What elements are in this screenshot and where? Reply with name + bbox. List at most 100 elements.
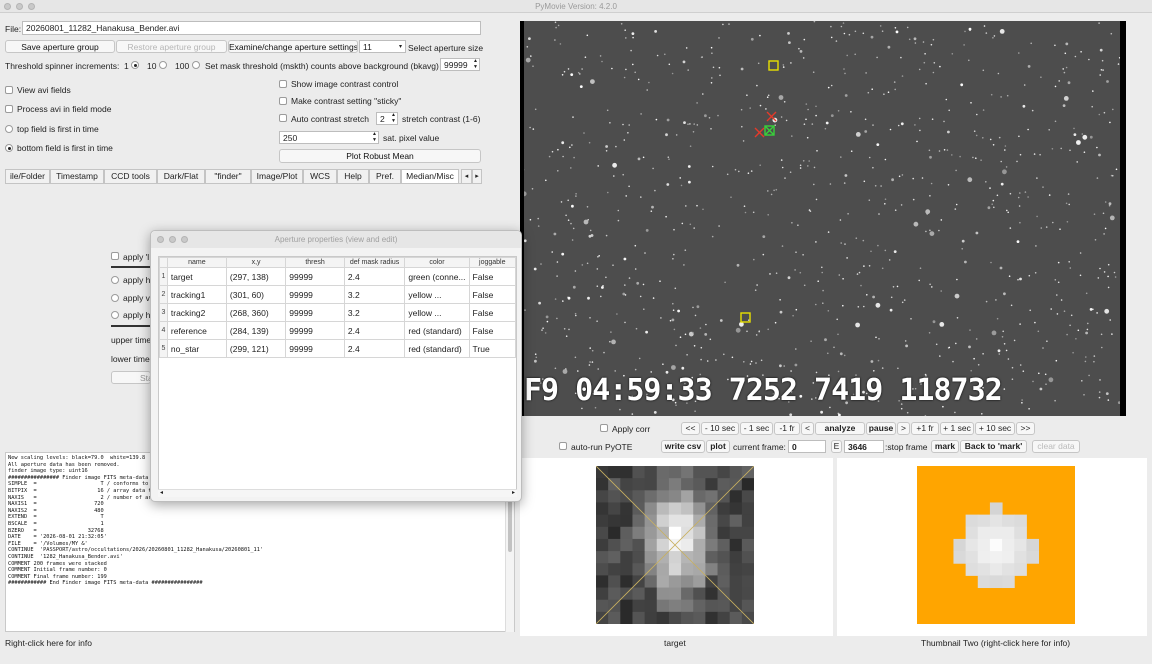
clear-data-button[interactable]: clear data <box>1032 440 1080 453</box>
cell-thresh[interactable]: 99999 <box>285 285 345 304</box>
last-frame-button[interactable]: >> <box>1016 422 1035 435</box>
forward-1-sec-button[interactable]: + 1 sec <box>940 422 974 435</box>
cell-joggable[interactable]: False <box>468 285 516 304</box>
thumbnail-two-label[interactable]: Thumbnail Two (right-click here for info… <box>921 638 1070 648</box>
write-csv-button[interactable]: write csv <box>661 440 705 453</box>
first-frame-button[interactable]: << <box>681 422 700 435</box>
stop-frame-field[interactable]: 3646 <box>844 440 884 453</box>
cell-joggable[interactable]: False <box>468 321 516 340</box>
tab-timestamp[interactable]: Timestamp <box>50 169 104 184</box>
cell-name[interactable]: no_star <box>166 339 227 358</box>
apply-median-checkbox[interactable] <box>111 252 119 260</box>
table-horizontal-scrollbar[interactable]: ◂ ▸ <box>158 489 517 497</box>
aperture-target-cross[interactable] <box>764 125 775 136</box>
spinner-arrows-icon[interactable]: ▲ ▼ <box>473 59 478 70</box>
apply-h2-radio[interactable] <box>111 311 119 319</box>
forward-1-frame-button[interactable]: +1 fr <box>911 422 939 435</box>
forward-10-sec-button[interactable]: + 10 sec <box>975 422 1015 435</box>
view-avi-fields-checkbox[interactable] <box>5 86 13 94</box>
tab-image-plot[interactable]: Image/Plot <box>251 169 303 184</box>
tab-scroll-left-icon[interactable]: ◂ <box>461 169 472 184</box>
cell-color[interactable]: yellow ... <box>404 303 470 322</box>
thumbnail-two-panel[interactable] <box>837 458 1147 636</box>
auto-contrast-stretch-checkbox[interactable] <box>279 114 287 122</box>
tab-help[interactable]: Help <box>337 169 369 184</box>
dialog-minimize-icon[interactable] <box>169 236 176 243</box>
close-window-icon[interactable] <box>4 3 11 10</box>
cell-radius[interactable]: 2.4 <box>343 321 406 340</box>
back-10-sec-button[interactable]: - 10 sec <box>701 422 739 435</box>
cell-xy[interactable]: (284, 139) <box>225 321 287 340</box>
cell-xy[interactable]: (301, 60) <box>225 285 287 304</box>
auto-run-pyote-checkbox[interactable] <box>559 442 567 450</box>
aperture-no-star-marker[interactable] <box>766 111 777 122</box>
cell-radius[interactable]: 2.4 <box>343 339 406 358</box>
tab-pref[interactable]: Pref. <box>369 169 401 184</box>
file-name-field[interactable]: 20260801_11282_Hanakusa_Bender.avi <box>22 21 481 35</box>
cell-color[interactable]: red (standard) <box>404 321 470 340</box>
cell-name[interactable]: tracking1 <box>166 285 227 304</box>
save-aperture-group-button[interactable]: Save aperture group <box>5 40 115 53</box>
cell-radius[interactable]: 3.2 <box>343 303 406 322</box>
start-button[interactable]: Sta <box>111 371 151 384</box>
cell-xy[interactable]: (299, 121) <box>225 339 287 358</box>
show-contrast-control-checkbox[interactable] <box>279 80 287 88</box>
threshold-option-10-radio[interactable] <box>159 61 167 69</box>
cell-thresh[interactable]: 99999 <box>285 339 345 358</box>
analyze-button[interactable]: analyze <box>815 422 865 435</box>
column-header-xy[interactable]: x,y <box>225 257 287 268</box>
aperture-table-container[interactable]: name x,y thresh def mask radius color jo… <box>158 256 517 496</box>
stretch-contrast-spinner[interactable]: 2 ▲ ▼ <box>376 112 398 125</box>
spinner-arrows-icon[interactable]: ▲ ▼ <box>372 132 377 143</box>
cell-radius[interactable]: 3.2 <box>343 285 406 304</box>
contrast-sticky-checkbox[interactable] <box>279 97 287 105</box>
tab-file-folder[interactable]: ile/Folder <box>5 169 50 184</box>
pause-button[interactable]: pause <box>866 422 896 435</box>
e-button[interactable]: E <box>831 440 842 453</box>
column-header-joggable[interactable]: joggable <box>468 257 516 268</box>
cell-joggable[interactable]: False <box>468 303 516 322</box>
plot-robust-mean-button[interactable]: Plot Robust Mean <box>279 149 481 163</box>
restore-aperture-group-button[interactable]: Restore aperture group <box>116 40 227 53</box>
cell-name[interactable]: target <box>166 267 227 286</box>
threshold-option-100-radio[interactable] <box>192 61 200 69</box>
examine-aperture-settings-button[interactable]: Examine/change aperture settings <box>228 40 358 53</box>
tab-median-misc[interactable]: Median/Misc <box>401 169 459 184</box>
plot-button[interactable]: plot <box>706 440 730 453</box>
cell-name[interactable]: reference <box>166 321 227 340</box>
mark-button[interactable]: mark <box>931 440 959 453</box>
cell-color[interactable]: green (conne... <box>404 267 470 286</box>
aperture-properties-dialog[interactable]: Aperture properties (view and edit) name… <box>150 230 522 502</box>
table-row[interactable]: 1 target (297, 138) 99999 2.4 green (conne...… <box>159 267 516 286</box>
cell-name[interactable]: tracking2 <box>166 303 227 322</box>
apply-v-radio[interactable] <box>111 294 119 302</box>
tab-dark-flat[interactable]: Dark/Flat <box>157 169 205 184</box>
scroll-right-icon[interactable]: ▸ <box>512 489 515 496</box>
table-row[interactable]: 2 tracking1 (301, 60) 99999 3.2 yellow ... Fal… <box>159 285 516 304</box>
video-frame[interactable]: F9 04:59:33 7252 7419 118732 <box>520 21 1126 416</box>
column-header-thresh[interactable]: thresh <box>285 257 345 268</box>
aperture-reference-marker[interactable] <box>754 127 765 138</box>
tab-scroll-right-icon[interactable]: ▸ <box>472 169 482 184</box>
process-field-mode-checkbox[interactable] <box>5 105 13 113</box>
back-1-sec-button[interactable]: - 1 sec <box>740 422 773 435</box>
dialog-zoom-icon[interactable] <box>181 236 188 243</box>
scroll-left-icon[interactable]: ◂ <box>160 489 163 496</box>
bottom-field-first-radio[interactable] <box>5 144 13 152</box>
cell-thresh[interactable]: 99999 <box>285 321 345 340</box>
column-header-color[interactable]: color <box>404 257 470 268</box>
cell-radius[interactable]: 2.4 <box>343 267 406 286</box>
table-row[interactable]: 3 tracking2 (268, 360) 99999 3.2 yellow ... Fa… <box>159 303 516 322</box>
apply-corr-checkbox[interactable] <box>600 424 608 432</box>
back-to-mark-button[interactable]: Back to 'mark' <box>960 440 1027 453</box>
cell-color[interactable]: red (standard) <box>404 339 470 358</box>
cell-thresh[interactable]: 99999 <box>285 303 345 322</box>
column-header-mask-radius[interactable]: def mask radius <box>343 257 406 268</box>
table-row[interactable]: 5 no_star (299, 121) 99999 2.4 red (standard)… <box>159 339 516 358</box>
left-status-info[interactable]: Right-click here for info <box>5 638 92 648</box>
dialog-close-icon[interactable] <box>157 236 164 243</box>
cell-joggable[interactable]: False <box>468 267 516 286</box>
sat-pixel-spinner[interactable]: 250 ▲ ▼ <box>279 131 379 144</box>
mask-threshold-spinner[interactable]: 99999 ▲ ▼ <box>440 58 480 71</box>
current-frame-field[interactable]: 0 <box>788 440 826 453</box>
